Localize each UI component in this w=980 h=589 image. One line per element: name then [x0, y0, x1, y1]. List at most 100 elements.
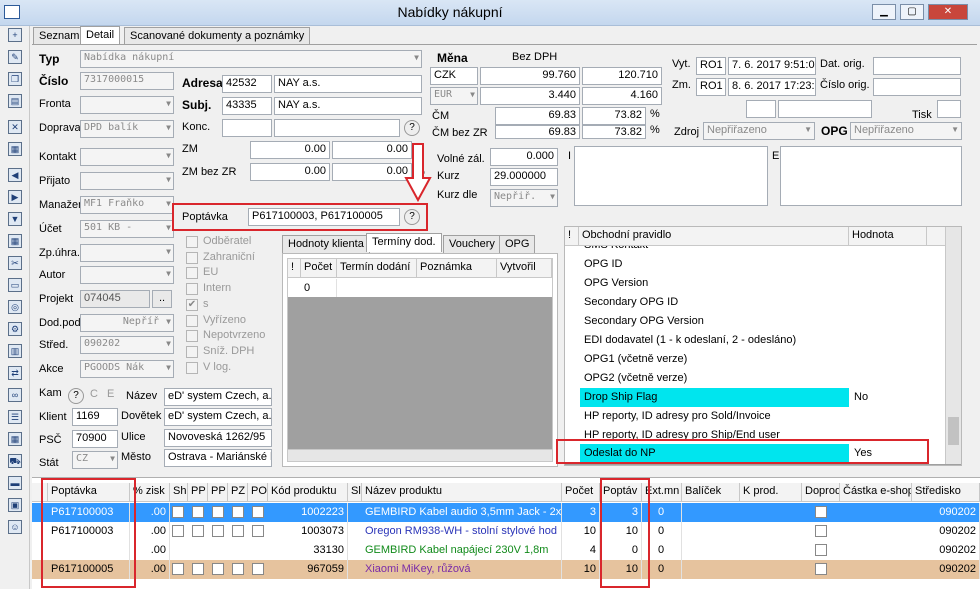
- cell-nazev[interactable]: GEMBIRD Kabel audio 3,5mm Jack - 2x: [362, 503, 562, 522]
- new-icon[interactable]: +: [8, 28, 22, 42]
- zmbez-field[interactable]: 0.00: [250, 163, 330, 181]
- rule-row-name[interactable]: OPG ID: [580, 255, 849, 274]
- table-row[interactable]: P617100003 .00 1003073 Oregon RM938-WH -…: [32, 522, 980, 541]
- rule-row-name-drop-ship[interactable]: Drop Ship Flag: [580, 388, 849, 407]
- doprava-combo[interactable]: DPD balík ▼: [80, 120, 174, 138]
- typ-combo[interactable]: Nabídka nákupní ▼: [80, 50, 422, 68]
- cell-doprod-checkbox[interactable]: [815, 506, 827, 518]
- truck-icon[interactable]: ⛟: [8, 454, 22, 468]
- stred-combo[interactable]: 090202 ▼: [80, 336, 174, 354]
- tab-terminy-dod[interactable]: Termíny dod.: [366, 233, 442, 252]
- zdroj-combo[interactable]: Nepřiřazeno ▼: [703, 122, 815, 140]
- cell-pp1-checkbox[interactable]: [192, 506, 204, 518]
- zm-user[interactable]: RO1: [696, 78, 726, 96]
- cell-stredisko[interactable]: 090202: [912, 522, 980, 541]
- zm-field[interactable]: 0.00: [250, 141, 330, 159]
- print-icon[interactable]: ▦: [8, 142, 22, 156]
- cell-po-checkbox[interactable]: [252, 525, 264, 537]
- cell-pp2-checkbox[interactable]: [212, 563, 224, 575]
- opg-combo[interactable]: Nepřiřazeno ▼: [850, 122, 962, 140]
- kontakt-combo[interactable]: ▼: [80, 148, 174, 166]
- cell-pocet[interactable]: 10: [562, 560, 600, 579]
- rules-scrollbar[interactable]: [945, 227, 961, 464]
- kurz-field[interactable]: 29.000000: [490, 168, 558, 186]
- cm-field-2[interactable]: 73.82: [582, 107, 646, 125]
- vyt-user[interactable]: RO1: [696, 57, 726, 75]
- akce-combo[interactable]: PGOODS Nák ▼: [80, 360, 174, 378]
- currency-czk[interactable]: CZK: [430, 67, 478, 85]
- edit-icon[interactable]: ✎: [8, 50, 22, 64]
- czk-bezdph[interactable]: 99.760: [480, 67, 580, 85]
- stat-combo[interactable]: CZ ▼: [72, 451, 118, 469]
- minimize-button[interactable]: ▁: [872, 4, 896, 20]
- link-icon[interactable]: ∞: [8, 388, 22, 402]
- subj-name[interactable]: NAY a.s.: [274, 97, 422, 115]
- kurzdle-combo[interactable]: Nepřiř. ▼: [490, 189, 558, 207]
- c-button[interactable]: C: [90, 388, 98, 400]
- header-pz[interactable]: PZ: [228, 483, 248, 501]
- filter-icon[interactable]: ▼: [8, 212, 22, 226]
- terminy-header-pocet[interactable]: Počet: [301, 259, 337, 277]
- dovetek-field[interactable]: eD' system Czech, a.s: [164, 408, 272, 426]
- header-pocet[interactable]: Počet: [562, 483, 600, 501]
- box-icon[interactable]: ▣: [8, 498, 22, 512]
- cell-zisk[interactable]: .00: [130, 522, 170, 541]
- close-button[interactable]: ✕: [928, 4, 968, 20]
- konc-code[interactable]: [222, 119, 272, 137]
- header-pp1[interactable]: PP: [188, 483, 208, 501]
- subj-code[interactable]: 43335: [222, 97, 272, 115]
- rule-row-name[interactable]: OPG1 (včetně verze): [580, 350, 849, 369]
- tab-seznam[interactable]: Seznam: [33, 27, 86, 45]
- konc-help-icon[interactable]: ?: [404, 120, 420, 136]
- manazer-combo[interactable]: MF1 Fraňko ▼: [80, 196, 174, 214]
- autor-combo[interactable]: ▼: [80, 266, 174, 284]
- odberatel-checkbox[interactable]: [186, 236, 198, 248]
- cell-po-checkbox[interactable]: [252, 506, 264, 518]
- car-icon[interactable]: ▬: [8, 476, 22, 490]
- datorig-field[interactable]: [873, 57, 961, 75]
- cell-doprod-checkbox[interactable]: [815, 544, 827, 556]
- klient-field[interactable]: 1169: [72, 408, 118, 426]
- target-icon[interactable]: ◎: [8, 300, 22, 314]
- terminy-scrollbar[interactable]: [288, 449, 552, 461]
- list-icon[interactable]: ☰: [8, 410, 22, 424]
- cell-stredisko[interactable]: 090202: [912, 503, 980, 522]
- cell-zisk[interactable]: .00: [130, 541, 170, 560]
- cell-zisk[interactable]: .00: [130, 560, 170, 579]
- rule-row-name[interactable]: OPG2 (včetně verze): [580, 369, 849, 388]
- cmbez-field-2[interactable]: 73.82: [582, 125, 646, 139]
- fronta-combo[interactable]: ▼: [80, 96, 174, 114]
- rule-row-name[interactable]: SMS Kontakt: [580, 246, 849, 255]
- header-stredisko[interactable]: Středisko: [912, 483, 980, 501]
- cell-sh-checkbox[interactable]: [172, 525, 184, 537]
- table-row[interactable]: P617100005 .00 967059 Xiaomi MiKey, růžo…: [32, 560, 980, 579]
- cell-sh-checkbox[interactable]: [172, 563, 184, 575]
- cell-kod[interactable]: 1003073: [268, 522, 348, 541]
- header-doprod[interactable]: Doprod: [802, 483, 840, 501]
- terminy-header-vytvoril[interactable]: Vytvořil: [497, 259, 552, 277]
- vyt-extra-2[interactable]: [778, 100, 872, 118]
- header-sh[interactable]: Sh: [170, 483, 188, 501]
- mesto-field[interactable]: Ostrava - Mariánské h: [164, 449, 272, 467]
- computer-icon[interactable]: ▭: [8, 278, 22, 292]
- cell-nazev[interactable]: GEMBIRD Kabel napájecí 230V 1,8m: [362, 541, 562, 560]
- cell-pocet[interactable]: 4: [562, 541, 600, 560]
- cell-kod[interactable]: 33130: [268, 541, 348, 560]
- rule-row-name[interactable]: EDI dodavatel (1 - k odeslaní, 2 - odesl…: [580, 331, 849, 350]
- vlog-checkbox[interactable]: [186, 362, 198, 374]
- header-zisk[interactable]: % zisk: [130, 483, 170, 501]
- table-row[interactable]: P617100003 .00 1002223 GEMBIRD Kabel aud…: [32, 503, 980, 522]
- cell-pp2-checkbox[interactable]: [212, 506, 224, 518]
- tools-icon[interactable]: ✂: [8, 256, 22, 270]
- eu-checkbox[interactable]: [186, 267, 198, 279]
- header-balicek[interactable]: Balíček: [682, 483, 740, 501]
- tab-hodnoty-klienta[interactable]: Hodnoty klienta: [282, 235, 370, 253]
- czk-sdph[interactable]: 120.710: [582, 67, 662, 85]
- cell-stredisko[interactable]: 090202: [912, 541, 980, 560]
- sniz-checkbox[interactable]: [186, 346, 198, 358]
- terminy-header-poznamka[interactable]: Poznámka: [417, 259, 497, 277]
- cell-pp1-checkbox[interactable]: [192, 525, 204, 537]
- nepotvrzeno-checkbox[interactable]: [186, 330, 198, 342]
- zm-field-2[interactable]: 0.00: [332, 141, 412, 159]
- cm-field[interactable]: 69.83: [495, 107, 580, 125]
